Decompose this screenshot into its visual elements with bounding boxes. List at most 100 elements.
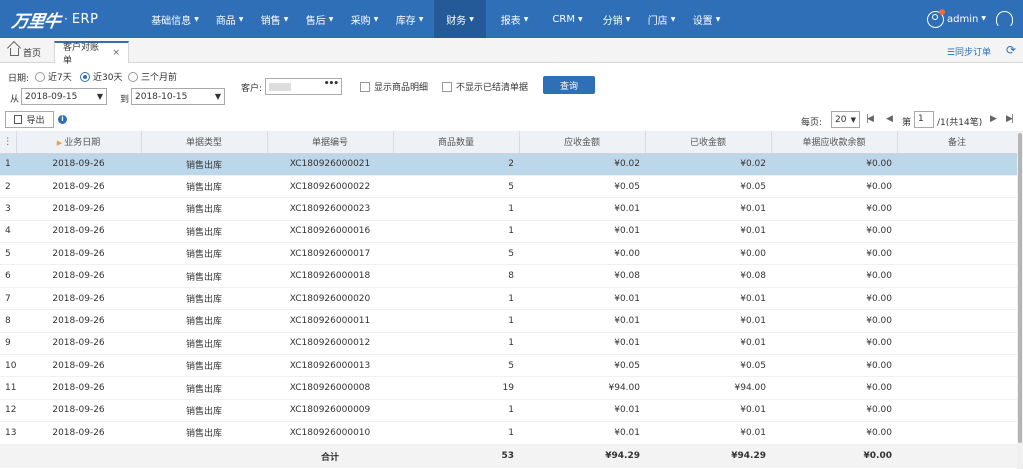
table-row[interactable]: 9 2018-09-26 销售出库 XC180926000012 1 ¥0.01 ¥0.01… — [0, 332, 1017, 356]
tab-customer-statement[interactable]: 客户对账单 × — [54, 41, 129, 66]
cell-date: 2018-09-26 — [16, 376, 141, 400]
user-menu[interactable]: admin ▼ — [947, 14, 986, 25]
page-input[interactable]: 1 — [914, 111, 934, 128]
cell-balance: ¥0.00 — [771, 175, 897, 199]
column-header[interactable]: ▶ 业务日期 — [16, 131, 142, 154]
radio-icon — [35, 71, 45, 82]
nav-item[interactable]: 门店 ▼ — [641, 0, 682, 38]
nav-item[interactable]: 财务 ▼ — [434, 0, 486, 38]
first-page-icon[interactable]: |◀ — [866, 114, 874, 124]
table-row[interactable]: 13 2018-09-26 销售出库 XC180926000010 1 ¥0.01 ¥0.0… — [0, 421, 1017, 445]
cell-note — [897, 399, 1017, 423]
info-icon[interactable]: i — [58, 115, 67, 124]
cell-type: 销售出库 — [141, 332, 267, 356]
query-button[interactable]: 查询 — [543, 76, 595, 94]
sync-orders-link[interactable]: ☰同步订单 — [947, 45, 991, 58]
radio-last-30-days[interactable]: 近30天 — [80, 70, 122, 83]
cell-received: ¥0.01 — [645, 309, 771, 333]
row-number: 9 — [0, 332, 16, 356]
table-row[interactable]: 5 2018-09-26 销售出库 XC180926000017 5 ¥0.00 ¥0.00… — [0, 242, 1017, 266]
pager: 每页: 20 ▼ |◀ ◀ 第 1 /1(共14笔) ▶ ▶| — [798, 111, 1023, 129]
radio-three-months-ago[interactable]: 三个月前 — [128, 70, 177, 83]
nav-item[interactable]: 售后 ▼ — [299, 0, 340, 38]
chevron-down-icon: ▼ — [194, 15, 199, 23]
user-name: admin — [947, 13, 979, 25]
total-qty: 53 — [393, 444, 519, 469]
table-row[interactable]: 6 2018-09-26 销售出库 XC180926000018 8 ¥0.08 ¥0.08… — [0, 264, 1017, 288]
cell-type: 销售出库 — [141, 376, 267, 400]
table-row[interactable]: 10 2018-09-26 销售出库 XC180926000013 5 ¥0.05 ¥0.0… — [0, 354, 1017, 378]
nav-item-label: 设置 — [692, 15, 713, 27]
nav-item-label: 销售 — [260, 15, 281, 27]
column-header[interactable]: 备注 — [897, 131, 1017, 154]
column-header[interactable]: 已收金额 — [645, 131, 772, 154]
tab-home[interactable]: 首页 — [2, 41, 53, 63]
nav-item[interactable]: 分销 ▼ — [596, 0, 637, 38]
column-header[interactable]: 单据编号 — [267, 131, 394, 154]
from-date-value: 2018-09-15 — [25, 91, 78, 102]
chevron-down-icon: ▼ — [214, 92, 221, 101]
table-row[interactable]: 3 2018-09-26 销售出库 XC180926000023 1 ¥0.01 ¥0.01… — [0, 197, 1017, 221]
last-page-icon[interactable]: ▶| — [1006, 114, 1014, 124]
cell-date: 2018-09-26 — [16, 153, 141, 176]
table-row[interactable]: 11 2018-09-26 销售出库 XC180926000008 19 ¥94.00 ¥9… — [0, 376, 1017, 400]
next-page-icon[interactable]: ▶ — [990, 114, 997, 124]
table-row[interactable]: 1 2018-09-26 销售出库 XC180926000021 2 ¥0.02 ¥0.02… — [0, 153, 1017, 176]
column-header[interactable]: 商品数量 — [393, 131, 520, 154]
date-label: 日期: — [8, 74, 30, 84]
nav-item[interactable]: CRM ▼ — [543, 0, 592, 38]
cell-type: 销售出库 — [141, 354, 267, 378]
customer-picker-button[interactable]: ••• — [324, 79, 339, 89]
nav-item[interactable]: 设置 ▼ — [686, 0, 727, 38]
nav-item[interactable]: 库存 ▼ — [389, 0, 430, 38]
table-row[interactable]: 12 2018-09-26 销售出库 XC180926000009 1 ¥0.01 ¥0.0… — [0, 399, 1017, 423]
brand[interactable]: 万里牛 · ERP — [0, 7, 145, 32]
from-date-select[interactable]: 2018-09-15 ▼ — [21, 88, 107, 105]
cell-code: XC180926000018 — [267, 264, 393, 288]
total-received: ¥94.29 — [645, 444, 771, 469]
nav-item-label: 售后 — [305, 15, 326, 27]
cell-code: XC180926000022 — [267, 175, 393, 199]
cell-code: XC180926000020 — [267, 287, 393, 311]
cell-due: ¥0.01 — [519, 332, 645, 356]
user-avatar-icon[interactable] — [927, 8, 946, 28]
vertical-scrollbar[interactable] — [1017, 131, 1023, 469]
nav-item[interactable]: 采购 ▼ — [344, 0, 385, 38]
cell-note — [897, 197, 1017, 221]
radio-last-7-days[interactable]: 近7天 — [35, 70, 72, 83]
chevron-down-icon: ▼ — [850, 115, 856, 124]
column-header[interactable]: 单据类型 — [141, 131, 268, 154]
cell-note — [897, 376, 1017, 400]
nav-item[interactable]: 报表 ▼ — [490, 0, 539, 38]
customer-service-icon[interactable] — [996, 10, 1013, 28]
row-number: 8 — [0, 309, 16, 333]
column-header[interactable]: 单据应收款余额 — [771, 131, 898, 154]
show-detail-checkbox[interactable]: 显示商品明细 — [360, 80, 428, 93]
prev-page-icon[interactable]: ◀ — [886, 114, 893, 124]
cell-type: 销售出库 — [141, 220, 267, 244]
close-icon[interactable]: × — [112, 48, 120, 58]
scrollbar-thumb[interactable] — [1018, 133, 1022, 443]
per-page-select[interactable]: 20 ▼ — [831, 111, 860, 128]
column-menu-icon[interactable]: ⋮ — [0, 131, 17, 154]
nav-item[interactable]: 商品 ▼ — [209, 0, 250, 38]
checkbox-label: 显示商品明细 — [374, 83, 429, 93]
table-row[interactable]: 2 2018-09-26 销售出库 XC180926000022 5 ¥0.05 ¥0.05… — [0, 175, 1017, 199]
export-button[interactable]: 导出 — [5, 111, 54, 128]
table-row[interactable]: 8 2018-09-26 销售出库 XC180926000011 1 ¥0.01 ¥0.01… — [0, 309, 1017, 333]
column-header[interactable]: 应收金额 — [519, 131, 646, 154]
row-number: 4 — [0, 220, 16, 244]
nav-item[interactable]: 销售 ▼ — [254, 0, 295, 38]
chevron-down-icon: ▼ — [715, 15, 721, 23]
to-date-select[interactable]: 2018-10-15 ▼ — [131, 88, 225, 105]
customer-input[interactable]: ••• — [265, 78, 342, 95]
cell-received: ¥0.05 — [645, 354, 771, 378]
cell-note — [897, 309, 1017, 333]
nav-item[interactable]: 基础信息 ▼ — [145, 0, 205, 38]
cell-qty: 1 — [393, 287, 519, 311]
table-row[interactable]: 4 2018-09-26 销售出库 XC180926000016 1 ¥0.01 ¥0.01… — [0, 220, 1017, 244]
hide-settled-checkbox[interactable]: 不显示已结清单据 — [442, 80, 528, 93]
table-row[interactable]: 7 2018-09-26 销售出库 XC180926000020 1 ¥0.01 ¥0.01… — [0, 287, 1017, 311]
refresh-icon[interactable]: ⟳ — [1006, 43, 1016, 57]
cell-due: ¥0.05 — [519, 354, 645, 378]
